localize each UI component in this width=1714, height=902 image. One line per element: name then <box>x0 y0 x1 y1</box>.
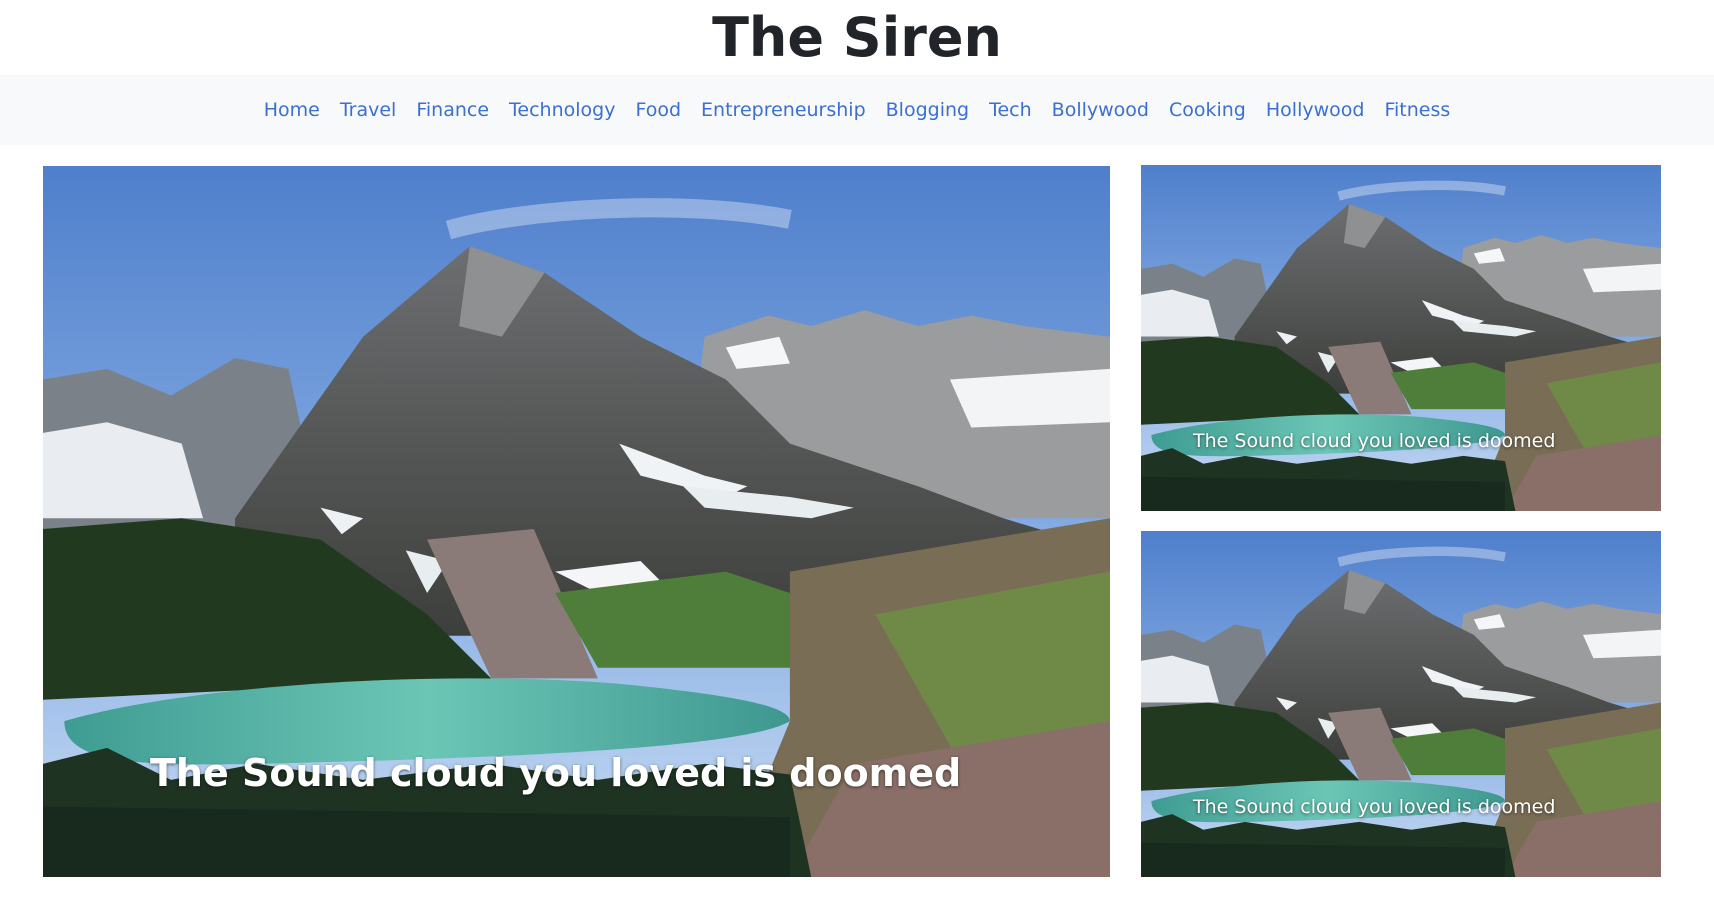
nav-link-food[interactable]: Food <box>635 99 681 121</box>
featured-side-caption[interactable]: The Sound cloud you loved is doomed <box>1193 430 1555 452</box>
nav-link-travel[interactable]: Travel <box>340 99 396 121</box>
mountain-lake-image <box>1141 165 1661 511</box>
nav-link-cooking[interactable]: Cooking <box>1169 99 1246 121</box>
nav-link-bollywood[interactable]: Bollywood <box>1052 99 1149 121</box>
nav-link-fitness[interactable]: Fitness <box>1384 99 1450 121</box>
featured-side-caption[interactable]: The Sound cloud you loved is doomed <box>1193 796 1555 818</box>
nav-link-technology[interactable]: Technology <box>509 99 615 121</box>
featured-side-card[interactable]: The Sound cloud you loved is doomed <box>1141 165 1661 511</box>
featured-side-card[interactable]: The Sound cloud you loved is doomed <box>1141 531 1661 877</box>
main-navbar: Home Travel Finance Technology Food Entr… <box>0 75 1714 145</box>
nav-link-tech[interactable]: Tech <box>989 99 1032 121</box>
featured-main-card[interactable]: The Sound cloud you loved is doomed <box>43 166 1110 877</box>
nav-link-hollywood[interactable]: Hollywood <box>1266 99 1365 121</box>
nav-link-blogging[interactable]: Blogging <box>886 99 969 121</box>
nav-link-finance[interactable]: Finance <box>416 99 489 121</box>
site-title: The Siren <box>712 6 1002 69</box>
featured-main-caption[interactable]: The Sound cloud you loved is doomed <box>150 751 961 795</box>
mountain-lake-image <box>1141 531 1661 877</box>
nav-link-entrepreneurship[interactable]: Entrepreneurship <box>701 99 866 121</box>
nav-link-home[interactable]: Home <box>264 99 320 121</box>
